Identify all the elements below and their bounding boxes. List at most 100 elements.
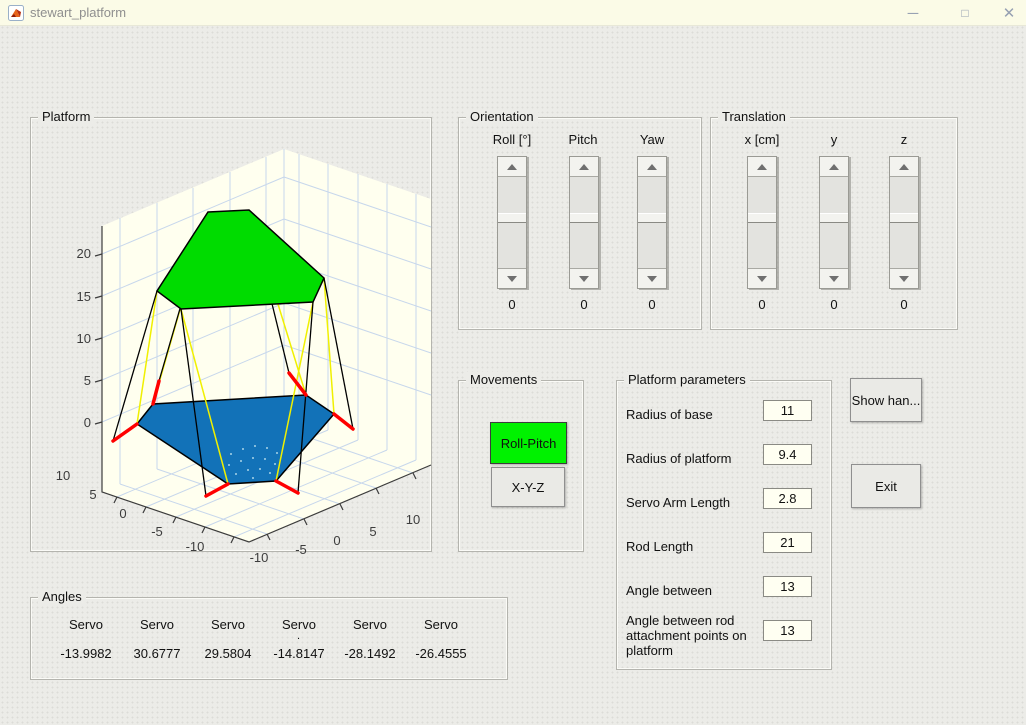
movements-panel-title: Movements [466,372,542,387]
servo-value-2: 30.6777 [133,646,181,661]
slider-up-button[interactable] [890,157,918,177]
arrow-down-icon [757,275,767,282]
close-icon[interactable]: ✕ [994,0,1024,26]
slider-down-button[interactable] [748,268,776,288]
x-tick: -5 [295,542,307,557]
orientation-panel: Orientation Roll [°] Pitch Yaw 0 0 0 [458,109,702,330]
servo-label-5: Servo [353,617,387,632]
slider-thumb[interactable] [638,213,666,223]
servo-label-3: Servo [211,617,245,632]
slider-down-button[interactable] [570,268,598,288]
arrow-down-icon [899,275,909,282]
minimize-icon[interactable]: ─ [898,0,928,26]
z-tick: 5 [84,373,91,388]
slider-up-button[interactable] [570,157,598,177]
pitch-slider[interactable] [569,156,599,289]
angles-panel: Angles Servo Servo Servo Servo Servo Ser… [30,589,508,680]
platform-panel-title: Platform [38,109,95,124]
arrow-down-icon [647,275,657,282]
z-value: 0 [900,297,908,312]
radius-of-base-label: Radius of base [626,407,713,422]
title-bar: stewart_platform ─ □ ✕ [0,0,1026,26]
platform-parameters-panel: Platform parameters Radius of base Radiu… [616,372,832,670]
servo-label-6: Servo [424,617,458,632]
y-tick: 5 [89,487,96,502]
x-tick: 0 [333,533,340,548]
exit-button[interactable]: Exit [851,464,921,508]
arrow-up-icon [757,163,767,170]
window-title: stewart_platform [30,5,127,20]
radius-of-base-field[interactable] [763,400,812,421]
xyz-button[interactable]: X-Y-Z [491,467,565,507]
y-tick: 10 [56,468,70,483]
servo-value-6: -26.4555 [415,646,467,661]
yaw-value: 0 [648,297,656,312]
servo-arm-length-field[interactable] [763,488,812,509]
maximize-icon[interactable]: □ [950,0,980,26]
arrow-up-icon [647,163,657,170]
rod-length-label: Rod Length [626,539,694,554]
servo-value-5: -28.1492 [344,646,396,661]
z-slider[interactable] [889,156,919,289]
angle-between-rod-field[interactable] [763,620,812,641]
servo-arm-length-label: Servo Arm Length [626,495,731,510]
z-tick: 20 [77,246,91,261]
x-tick: 10 [406,512,420,527]
yaw-label: Yaw [639,132,665,147]
servo-value-4: -14.8147 [273,646,325,661]
x-slider[interactable] [747,156,777,289]
servo-value-3: 29.5804 [204,646,252,661]
slider-thumb[interactable] [570,213,598,223]
show-handles-button[interactable]: Show han... [850,378,922,422]
arrow-down-icon [829,275,839,282]
pitch-value: 0 [580,297,588,312]
angle-between-rod-label: Angle between rod attachment points on p… [626,613,747,658]
slider-down-button[interactable] [820,268,848,288]
arrow-up-icon [829,163,839,170]
pitch-label: Pitch [568,132,598,147]
slider-up-button[interactable] [498,157,526,177]
slider-thumb[interactable] [748,213,776,223]
x-tick: 5 [369,524,376,539]
translation-panel-title: Translation [718,109,790,124]
x-label: x [cm] [744,132,780,147]
z-label: z [900,132,908,147]
angle-between-field[interactable] [763,576,812,597]
arrow-down-icon [579,275,589,282]
y-slider[interactable] [819,156,849,289]
slider-thumb[interactable] [820,213,848,223]
roll-label: Roll [°] [492,132,532,147]
slider-thumb[interactable] [498,213,526,223]
angles-panel-title: Angles [38,589,86,604]
translation-panel: Translation x [cm] y z 0 0 0 [710,109,958,330]
arrow-down-icon [507,275,517,282]
servo-label-dot: . [297,630,301,642]
z-tick: 10 [77,331,91,346]
slider-down-button[interactable] [498,268,526,288]
y-label: y [830,132,838,147]
slider-up-button[interactable] [748,157,776,177]
y-tick: 0 [119,506,126,521]
servo-value-1: -13.9982 [60,646,112,661]
rod-length-field[interactable] [763,532,812,553]
slider-up-button[interactable] [638,157,666,177]
roll-pitch-button[interactable]: Roll-Pitch [490,422,567,464]
x-tick: -10 [250,550,269,565]
servo-label-1: Servo [69,617,103,632]
slider-thumb[interactable] [890,213,918,223]
platform-parameters-title: Platform parameters [624,372,750,387]
roll-value: 0 [508,297,516,312]
y-tick: -10 [186,539,205,554]
slider-down-button[interactable] [638,268,666,288]
angle-between-label: Angle between [626,583,713,598]
arrow-up-icon [507,163,517,170]
roll-slider[interactable] [497,156,527,289]
servo-label-2: Servo [140,617,174,632]
slider-down-button[interactable] [890,268,918,288]
slider-up-button[interactable] [820,157,848,177]
movements-panel: Movements Roll-Pitch X-Y-Z [458,372,584,552]
yaw-slider[interactable] [637,156,667,289]
radius-of-platform-field[interactable] [763,444,812,465]
orientation-panel-title: Orientation [466,109,538,124]
y-value: 0 [830,297,838,312]
